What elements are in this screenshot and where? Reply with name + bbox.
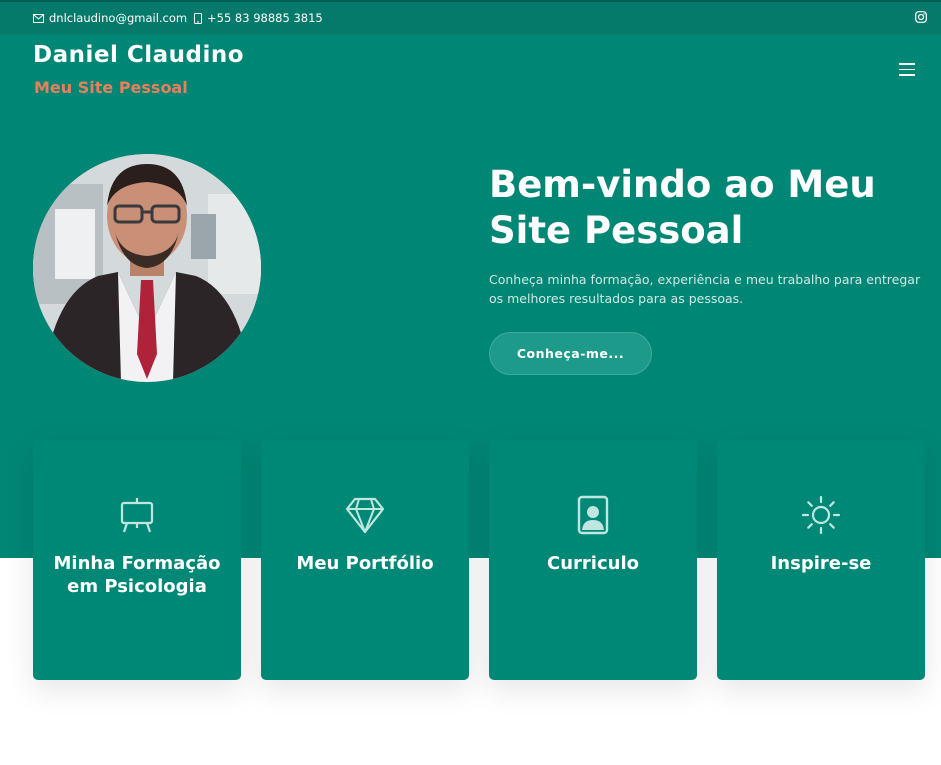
phone-icon — [194, 12, 202, 24]
site-subtitle: Meu Site Pessoal — [34, 78, 188, 97]
phone-contact[interactable]: +55 83 98885 3815 — [194, 11, 323, 25]
hero-title: Bem-vindo ao Meu Site Pessoal — [489, 163, 876, 252]
card-inspire[interactable]: Inspire-se — [717, 440, 925, 680]
card-formacao[interactable]: Minha Formação em Psicologia — [33, 440, 241, 680]
card-inspire-label[interactable]: Inspire-se — [727, 552, 915, 575]
envelope-icon — [33, 13, 44, 23]
email-contact[interactable]: dnlclaudino@gmail.com — [33, 11, 187, 25]
person-badge-icon — [577, 495, 609, 535]
card-curriculo[interactable]: Curriculo — [489, 440, 697, 680]
phone-text[interactable]: +55 83 98885 3815 — [207, 11, 323, 25]
email-text[interactable]: dnlclaudino@gmail.com — [49, 11, 187, 25]
card-curriculo-label[interactable]: Curriculo — [499, 552, 687, 575]
card-portfolio-label[interactable]: Meu Portfólio — [271, 552, 459, 575]
hamburger-icon[interactable] — [899, 63, 915, 77]
profile-photo — [33, 154, 261, 382]
card-portfolio[interactable]: Meu Portfólio — [261, 440, 469, 680]
top-bar: dnlclaudino@gmail.com +55 83 98885 3815 — [0, 0, 941, 34]
about-me-button[interactable]: Conheça-me... — [489, 332, 652, 375]
card-formacao-label[interactable]: Minha Formação em Psicologia — [43, 552, 231, 598]
instagram-icon[interactable] — [915, 11, 927, 23]
hero-description: Conheça minha formação, experiência e me… — [489, 272, 921, 306]
presentation-board-icon — [120, 498, 154, 533]
sun-icon — [801, 495, 841, 535]
site-title[interactable]: Daniel Claudino — [33, 42, 244, 68]
diamond-icon — [345, 497, 385, 534]
